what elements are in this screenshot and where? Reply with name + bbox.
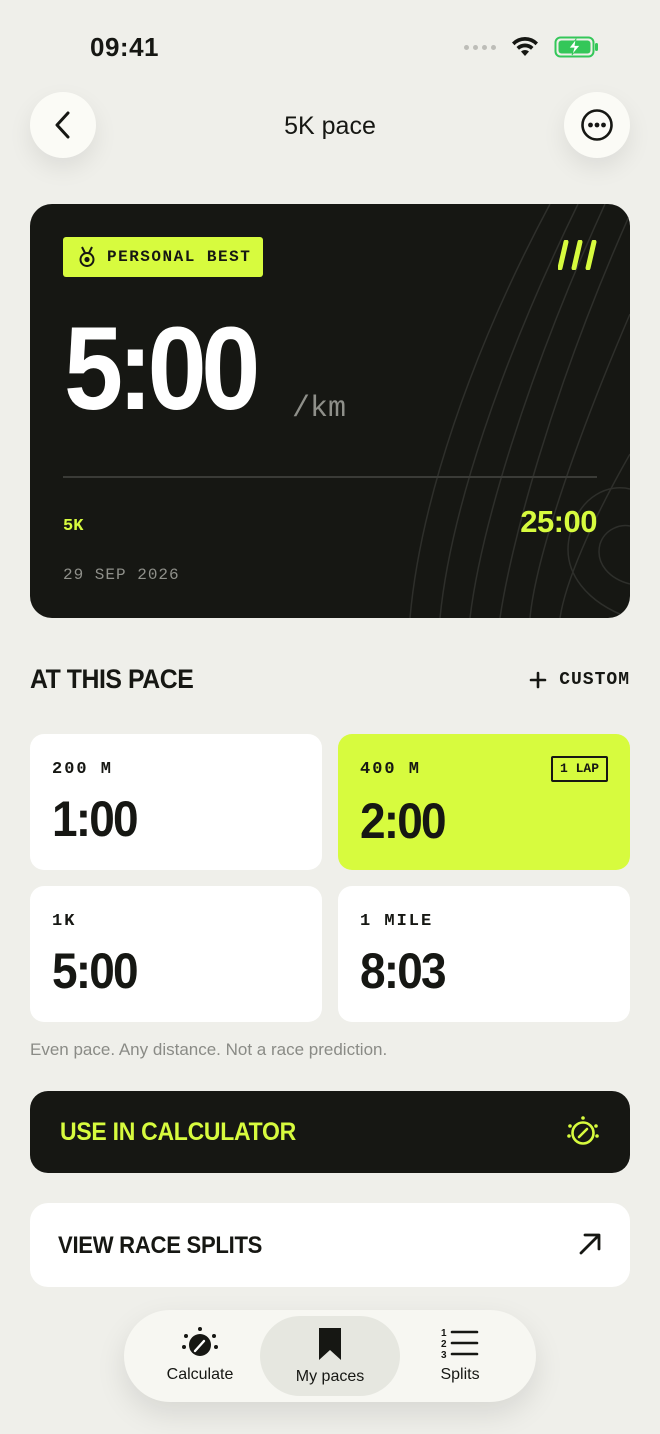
plus-icon [529, 671, 547, 689]
tile-value: 2:00 [360, 793, 447, 849]
tile-label: 1 MILE [360, 912, 434, 931]
nav-bar: 5K pace [0, 92, 660, 162]
total-time: 25:00 [520, 504, 597, 539]
tile-value: 5:00 [52, 943, 139, 999]
personal-best-label: PERSONAL BEST [107, 248, 252, 266]
split-tile-1k[interactable]: 1K 5:00 [30, 886, 322, 1022]
split-tile-400m[interactable]: 400 M 1 LAP 2:00 [338, 734, 630, 870]
status-bar: 09:41 [0, 0, 660, 96]
pace-unit: /km [292, 392, 347, 426]
tab-calculate[interactable]: Calculate [130, 1316, 270, 1396]
use-in-calculator-label: USE IN CALCULATOR [60, 1118, 296, 1146]
tab-label: Calculate [166, 1366, 234, 1383]
bookmark-icon [319, 1328, 341, 1360]
tab-label: Splits [440, 1366, 480, 1383]
status-icons [464, 36, 600, 58]
tile-value: 8:03 [360, 943, 447, 999]
lap-badge: 1 LAP [550, 756, 608, 782]
record-date: 29 SEP 2026 [63, 566, 180, 584]
tab-splits[interactable]: 1 2 3 Splits [390, 1316, 530, 1396]
cellular-signal-icon [464, 44, 496, 50]
status-time: 09:41 [90, 32, 159, 62]
svg-text:1: 1 [441, 1328, 447, 1339]
race-distance: 5K [63, 517, 84, 536]
tab-my-paces[interactable]: My paces [260, 1316, 400, 1396]
custom-label: CUSTOM [559, 670, 630, 690]
tile-label: 200 M [52, 760, 114, 779]
svg-text:2: 2 [441, 1339, 447, 1350]
tab-label: My paces [295, 1368, 365, 1385]
split-tile-1-mile[interactable]: 1 MILE 8:03 [338, 886, 630, 1022]
section-title: AT THIS PACE [30, 664, 194, 694]
section-header: AT THIS PACE CUSTOM [30, 664, 630, 700]
gauge-icon [567, 1116, 599, 1145]
more-horizontal-icon [581, 109, 613, 141]
arrow-up-right-icon [579, 1233, 601, 1255]
personal-best-badge: PERSONAL BEST [63, 237, 263, 277]
wifi-icon [512, 36, 538, 56]
brand-slashes-icon [558, 240, 597, 270]
add-custom-button[interactable]: CUSTOM [529, 670, 630, 690]
pace-value: 5:00 [64, 303, 260, 435]
tab-bar: Calculate My paces 1 2 3 Splits [124, 1310, 536, 1402]
view-race-splits-button[interactable]: VIEW RACE SPLITS [30, 1203, 630, 1287]
gauge-icon [182, 1327, 218, 1356]
battery-charging-icon [554, 36, 598, 58]
card-divider [63, 476, 597, 478]
svg-text:3: 3 [441, 1350, 447, 1360]
medal-icon [79, 246, 95, 267]
tile-label: 400 M [360, 760, 422, 779]
tile-label: 1K [52, 912, 77, 931]
pace-note: Even pace. Any distance. Not a race pred… [30, 1040, 388, 1059]
view-race-splits-label: VIEW RACE SPLITS [58, 1232, 263, 1259]
tile-value: 1:00 [52, 791, 139, 847]
split-tile-200m[interactable]: 200 M 1:00 [30, 734, 322, 870]
more-options-button[interactable] [564, 92, 630, 158]
page-title: 5K pace [284, 112, 376, 140]
numbered-list-icon: 1 2 3 [441, 1328, 479, 1360]
personal-best-card: PERSONAL BEST 5:00 /km 5K 25:00 29 SEP 2… [30, 204, 630, 618]
use-in-calculator-button[interactable]: USE IN CALCULATOR [30, 1091, 630, 1173]
